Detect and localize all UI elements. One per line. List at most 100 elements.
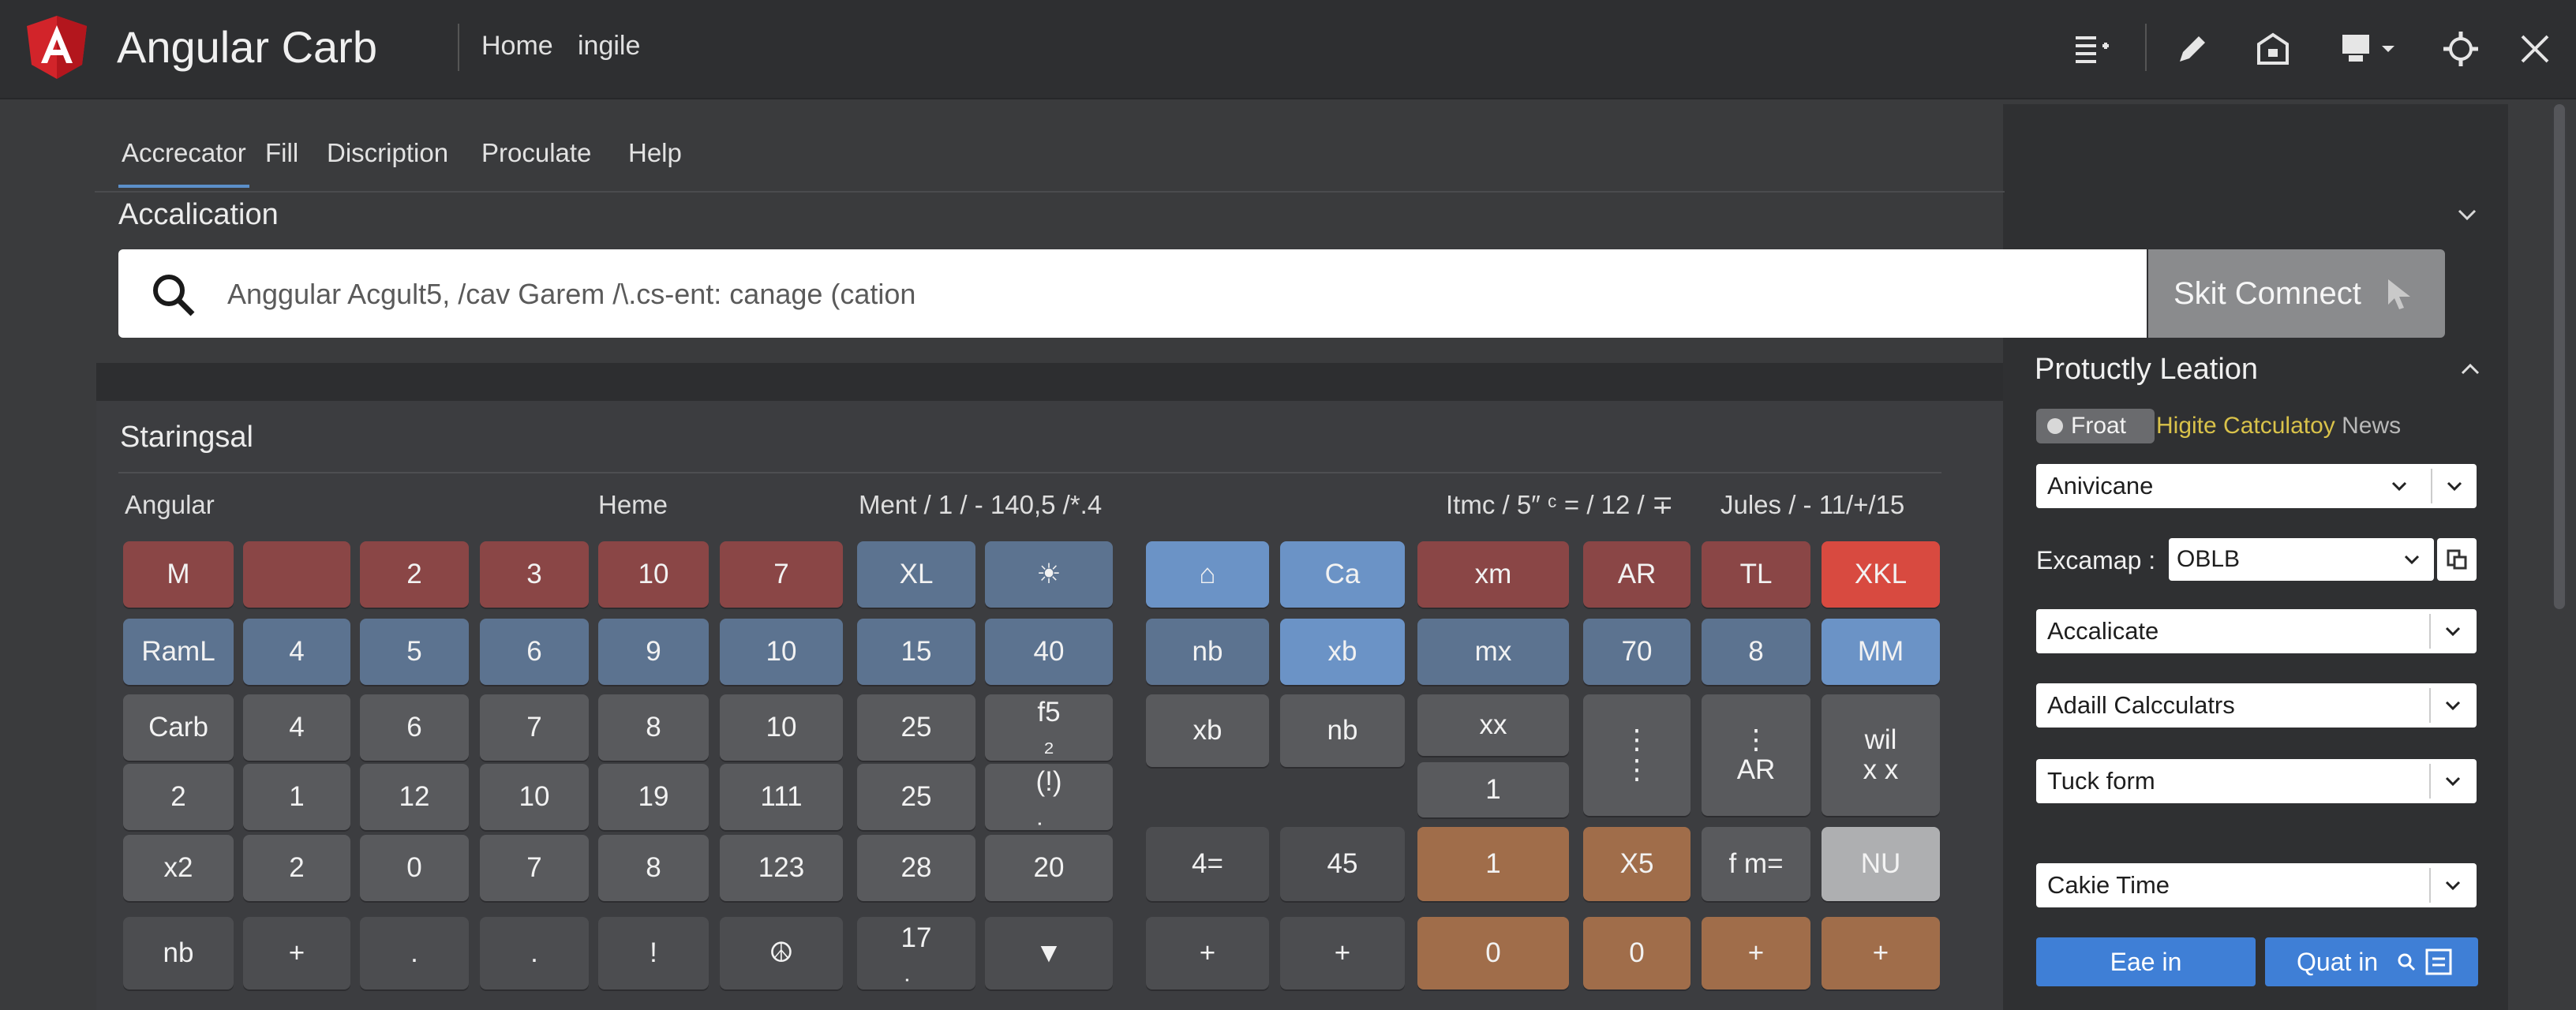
calc-key[interactable]: f5 ₂ — [985, 694, 1113, 761]
calc-key[interactable]: f m= — [1702, 827, 1810, 901]
calc-key[interactable]: 10 — [720, 619, 843, 685]
accalicate-select[interactable]: Accalicate — [2036, 609, 2477, 653]
calc-key[interactable]: x2 — [123, 835, 234, 901]
calc-key[interactable]: ☀ — [985, 541, 1113, 608]
sidebar-scroll-thumb[interactable] — [2554, 104, 2565, 609]
calc-key[interactable]: + — [1702, 917, 1810, 989]
calc-key[interactable]: 2 — [360, 541, 469, 608]
gear-icon[interactable] — [2436, 24, 2486, 74]
calc-key[interactable]: xm — [1417, 541, 1569, 608]
tuck-form-select[interactable]: Tuck form — [2036, 759, 2477, 803]
calc-key[interactable]: xb — [1146, 694, 1269, 767]
calc-key[interactable]: 7 — [480, 835, 589, 901]
eae-in-button[interactable]: Eae in — [2036, 937, 2256, 986]
calc-key[interactable]: MM — [1822, 619, 1940, 685]
monitor-icon[interactable] — [2328, 24, 2407, 74]
close-icon[interactable] — [2510, 24, 2560, 74]
calc-key[interactable]: Carb — [123, 694, 234, 761]
calc-key[interactable]: NU — [1822, 827, 1940, 901]
calc-key[interactable]: + — [1822, 917, 1940, 989]
chevron-up-icon[interactable] — [2459, 358, 2481, 380]
calc-key[interactable]: 20 — [985, 835, 1113, 901]
calc-key[interactable]: (!) ̣ — [985, 764, 1113, 830]
calc-key[interactable]: wil x x — [1822, 694, 1940, 816]
calc-key[interactable]: 40 — [985, 619, 1113, 685]
calc-key[interactable]: 1 — [1417, 827, 1569, 901]
cakie-time-select[interactable]: Cakie Time — [2036, 863, 2477, 907]
menu-item-help[interactable]: Help — [628, 136, 682, 170]
calc-key[interactable]: ⋮ AR — [1702, 694, 1810, 816]
calc-key[interactable]: 45 — [1280, 827, 1405, 901]
calc-key[interactable]: 12 — [360, 764, 469, 830]
search-input[interactable] — [226, 249, 2123, 339]
anivicane-select[interactable]: Anivicane — [2036, 464, 2477, 508]
calc-key[interactable]: 4 — [243, 694, 350, 761]
calc-key[interactable]: ▼ — [985, 917, 1113, 989]
calc-key[interactable]: + — [243, 917, 350, 989]
pen-icon[interactable] — [2167, 24, 2218, 74]
calc-key[interactable]: 2 — [123, 764, 234, 830]
calc-key[interactable]: 1 — [1417, 762, 1569, 817]
briefcase-icon[interactable] — [2248, 24, 2298, 74]
calc-key[interactable]: 19 — [598, 764, 709, 830]
list-add-icon[interactable] — [2066, 24, 2117, 74]
breadcrumb-home[interactable]: Home — [481, 28, 553, 63]
calc-key[interactable]: 2 — [243, 835, 350, 901]
calc-key[interactable]: 0 — [360, 835, 469, 901]
calc-key[interactable]: 6 — [480, 619, 589, 685]
calc-key[interactable]: 25 — [857, 764, 975, 830]
calc-key[interactable]: xb — [1280, 619, 1405, 685]
calc-key[interactable]: + — [1146, 917, 1269, 989]
calc-key[interactable]: 70 — [1583, 619, 1690, 685]
calc-key[interactable]: 8 — [598, 694, 709, 761]
calc-key[interactable]: Ca — [1280, 541, 1405, 608]
float-toggle[interactable]: Froat — [2036, 409, 2155, 443]
calc-key[interactable]: ☮ — [720, 917, 843, 989]
calc-key[interactable]: 8 — [1702, 619, 1810, 685]
calc-key[interactable]: ⌂ — [1146, 541, 1269, 608]
calc-key[interactable]: mx — [1417, 619, 1569, 685]
menu-item-fill[interactable]: Fill — [265, 136, 298, 170]
collapse-chevron-icon[interactable] — [2456, 204, 2478, 226]
calc-key[interactable]: ! — [598, 917, 709, 989]
calc-key[interactable]: 8 — [598, 835, 709, 901]
calc-key[interactable]: . — [360, 917, 469, 989]
calc-key[interactable]: 0 — [1417, 917, 1569, 989]
calc-key[interactable]: + — [1280, 917, 1405, 989]
quat-in-button[interactable]: Quat in — [2265, 937, 2478, 986]
copy-icon[interactable] — [2437, 538, 2477, 581]
calc-key[interactable]: TL — [1702, 541, 1810, 608]
menu-item-discription[interactable]: Discription — [327, 136, 448, 170]
calc-key[interactable]: XL — [857, 541, 975, 608]
calc-key[interactable]: 10 — [720, 694, 843, 761]
calc-key[interactable]: nb — [1280, 694, 1405, 767]
calc-key[interactable] — [243, 541, 350, 608]
calc-key[interactable]: 3 — [480, 541, 589, 608]
calc-key[interactable]: 15 — [857, 619, 975, 685]
calc-key[interactable]: . — [480, 917, 589, 989]
news-line[interactable]: Higite Catculatoy News — [2156, 409, 2401, 443]
breadcrumb-current[interactable]: ingile — [578, 28, 640, 63]
calc-key[interactable]: RamL — [123, 619, 234, 685]
calc-key[interactable]: 25 — [857, 694, 975, 761]
connect-button[interactable]: Skit Comnect — [2148, 249, 2445, 338]
calc-key[interactable]: AR — [1583, 541, 1690, 608]
menu-item-proculate[interactable]: Proculate — [481, 136, 591, 170]
calc-key[interactable]: 10 — [480, 764, 589, 830]
calc-key[interactable]: 4 — [243, 619, 350, 685]
calc-key[interactable]: XKL — [1822, 541, 1940, 608]
calc-key[interactable]: 9 — [598, 619, 709, 685]
calc-key[interactable]: nb — [1146, 619, 1269, 685]
calc-key[interactable]: ⋮ ⋮ — [1583, 694, 1690, 816]
calc-key[interactable]: 28 — [857, 835, 975, 901]
calculators-select[interactable]: Adaill Calcculatrs — [2036, 683, 2477, 728]
calc-key[interactable]: 1 — [243, 764, 350, 830]
calc-key[interactable]: 4= — [1146, 827, 1269, 901]
calc-key[interactable]: 5 — [360, 619, 469, 685]
calc-key[interactable]: xx — [1417, 694, 1569, 756]
calc-key[interactable]: nb — [123, 917, 234, 989]
calc-key[interactable]: 111 — [720, 764, 843, 830]
calc-key[interactable]: 7 — [480, 694, 589, 761]
calc-key[interactable]: 6 — [360, 694, 469, 761]
calc-key[interactable]: 17 ̣ — [857, 917, 975, 989]
